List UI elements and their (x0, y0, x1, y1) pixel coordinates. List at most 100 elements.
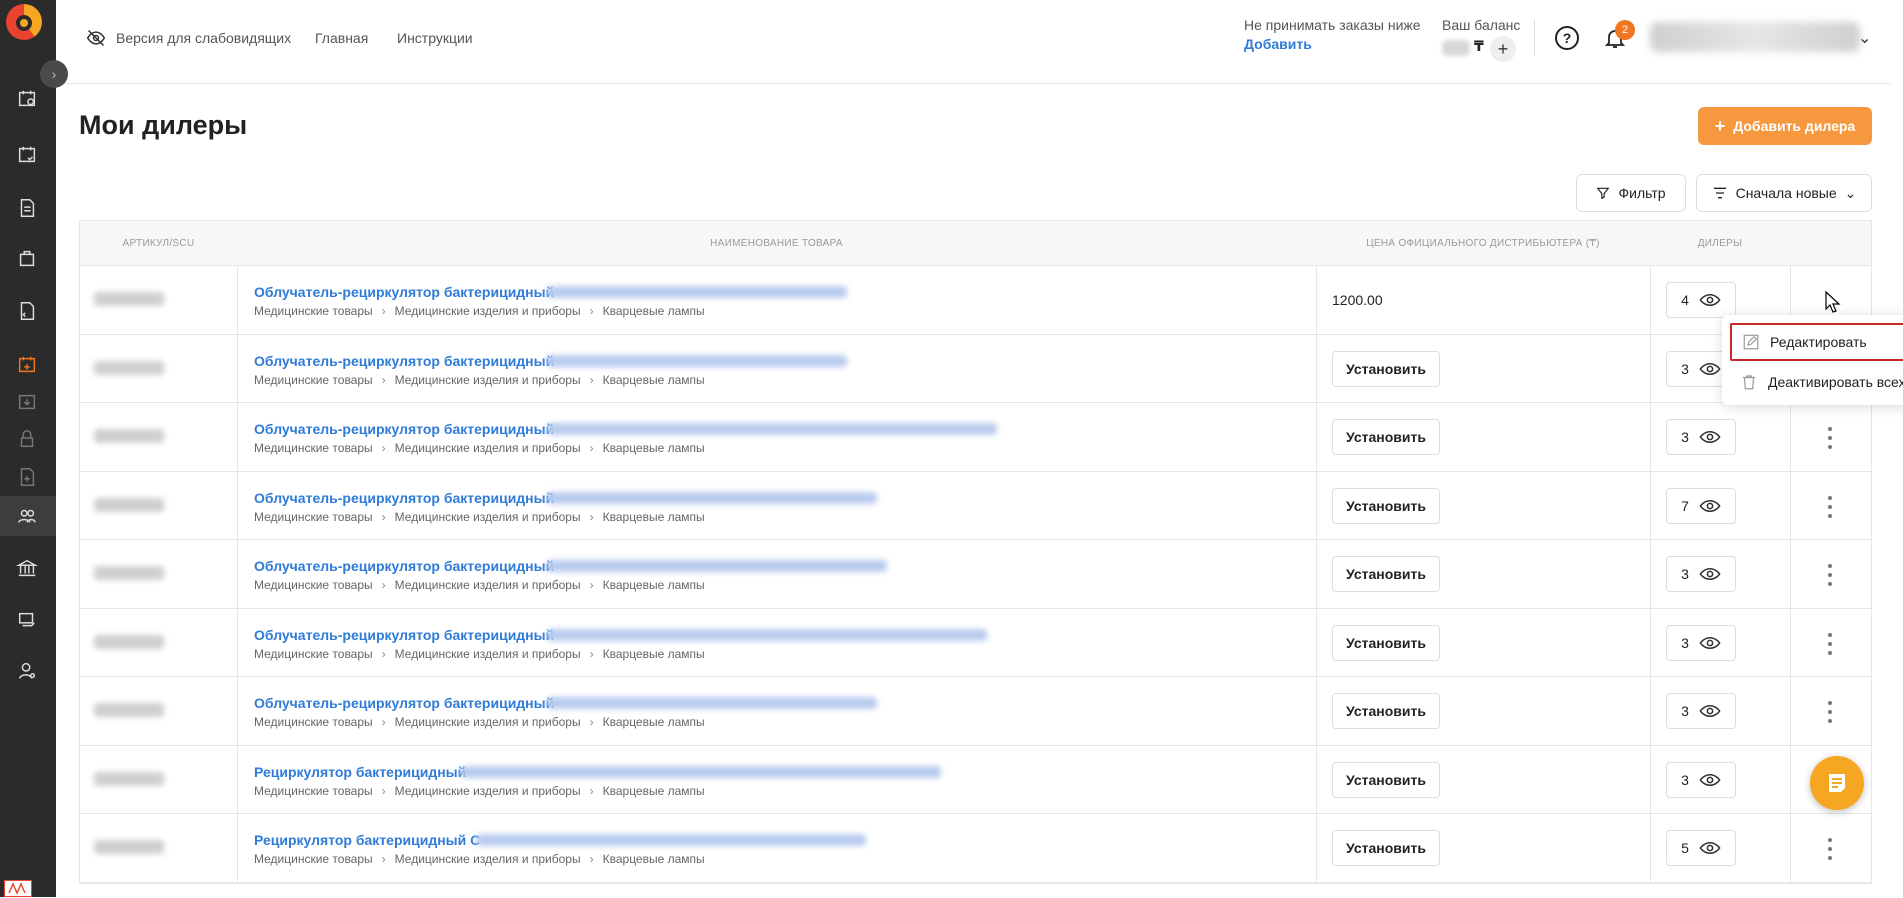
row-menu-button[interactable] (1820, 425, 1840, 451)
breadcrumb-item[interactable]: Кварцевые лампы (603, 852, 705, 866)
sidebar-completed-orders-icon[interactable] (12, 140, 42, 170)
row-menu-button[interactable] (1820, 494, 1840, 520)
dealers-count-button[interactable]: 3 (1666, 556, 1736, 592)
min-order-add-link[interactable]: Добавить (1244, 36, 1312, 52)
chevron-right-icon: › (589, 646, 594, 661)
row-menu-button[interactable] (1820, 836, 1840, 862)
table-row: Облучатель-рециркулятор бактерицидный Мед… (80, 609, 1871, 677)
chevron-down-icon[interactable]: ⌄ (1858, 28, 1871, 48)
breadcrumb-item[interactable]: Медицинские товары (254, 578, 373, 592)
breadcrumb-item[interactable]: Кварцевые лампы (603, 715, 705, 729)
breadcrumb-item[interactable]: Кварцевые лампы (603, 784, 705, 798)
dealers-count-button[interactable]: 5 (1666, 830, 1736, 866)
product-title-link[interactable]: Облучатель-рециркулятор бактерицидный (254, 284, 554, 300)
top-up-balance-button[interactable]: + (1490, 36, 1516, 62)
breadcrumb-item[interactable]: Медицинские изделия и приборы (395, 715, 581, 729)
row-actions-menu: Редактировать Деактивировать всех (1722, 315, 1903, 405)
breadcrumb-item[interactable]: Медицинские изделия и приборы (395, 510, 581, 524)
breadcrumb-item[interactable]: Медицинские изделия и приборы (395, 304, 581, 318)
breadcrumb-item[interactable]: Медицинские товары (254, 510, 373, 524)
filter-button[interactable]: Фильтр (1576, 174, 1686, 212)
product-title-link[interactable]: Облучатель-рециркулятор бактерицидный (254, 558, 554, 574)
product-title-link[interactable]: Облучатель-рециркулятор бактерицидный (254, 695, 554, 711)
breadcrumb-item[interactable]: Медицинские товары (254, 715, 373, 729)
breadcrumb-item[interactable]: Медицинские изделия и приборы (395, 647, 581, 661)
breadcrumb-item[interactable]: Кварцевые лампы (603, 647, 705, 661)
set-price-button[interactable]: Установить (1332, 830, 1440, 866)
sidebar-returns-icon[interactable] (12, 296, 42, 326)
product-title-link[interactable]: Облучатель-рециркулятор бактерицидный (254, 421, 554, 437)
breadcrumb-item[interactable]: Медицинские изделия и приборы (395, 441, 581, 455)
breadcrumb-item[interactable]: Кварцевые лампы (603, 578, 705, 592)
logo[interactable] (6, 4, 42, 40)
eye-icon (1699, 567, 1721, 581)
breadcrumb-item[interactable]: Медицинские товары (254, 784, 373, 798)
sidebar-lock-icon[interactable] (12, 424, 42, 454)
deactivate-all-menu-item[interactable]: Деактивировать всех (1730, 363, 1903, 401)
add-dealer-button[interactable]: + Добавить дилера (1698, 107, 1872, 145)
breadcrumb-item[interactable]: Медицинские изделия и приборы (395, 784, 581, 798)
breadcrumb-item[interactable]: Кварцевые лампы (603, 441, 705, 455)
product-title-link[interactable]: Рециркулятор бактерицидный (254, 764, 466, 780)
breadcrumb-item[interactable]: Медицинские товары (254, 647, 373, 661)
breadcrumb-item[interactable]: Медицинские изделия и приборы (395, 373, 581, 387)
row-menu-button[interactable] (1820, 699, 1840, 725)
set-price-button[interactable]: Установить (1332, 487, 1440, 524)
deactivate-label: Деактивировать всех (1768, 374, 1903, 390)
breadcrumb-item[interactable]: Медицинские изделия и приборы (395, 852, 581, 866)
sidebar-add-doc-icon[interactable] (12, 462, 42, 492)
map-icon[interactable] (4, 880, 32, 897)
sidebar-bank-icon[interactable] (12, 553, 42, 583)
sidebar-products-icon[interactable] (12, 350, 42, 380)
dealers-count-button[interactable]: 3 (1666, 761, 1736, 798)
help-icon[interactable]: ? (1555, 26, 1579, 50)
eye-icon (1699, 362, 1721, 375)
breadcrumb-item[interactable]: Кварцевые лампы (603, 373, 705, 387)
breadcrumb-item[interactable]: Медицинские товары (254, 373, 373, 387)
user-name[interactable] (1650, 22, 1860, 52)
nav-instructions-link[interactable]: Инструкции (397, 30, 473, 46)
dealers-count-button[interactable]: 3 (1666, 419, 1736, 455)
row-menu-button[interactable] (1820, 631, 1840, 657)
set-price-button[interactable]: Установить (1332, 350, 1440, 387)
chat-button[interactable] (1810, 756, 1864, 810)
chevron-right-icon: › (589, 852, 594, 866)
edit-menu-item[interactable]: Редактировать (1730, 323, 1903, 361)
sort-dropdown[interactable]: Сначала новые ⌄ (1696, 174, 1872, 212)
product-title-link[interactable]: Облучатель-рециркулятор бактерицидный (254, 627, 554, 643)
nav-home-link[interactable]: Главная (315, 30, 368, 46)
set-price-button[interactable]: Установить (1332, 624, 1440, 661)
sidebar-collapse-button[interactable]: › (40, 60, 68, 88)
product-title-link[interactable]: Облучатель-рециркулятор бактерицидный (254, 353, 554, 369)
accessibility-link[interactable]: Версия для слабовидящих (116, 30, 291, 46)
sidebar-profile-icon[interactable] (12, 656, 42, 686)
dealers-count-button[interactable]: 7 (1666, 487, 1736, 524)
breadcrumb-item[interactable]: Медицинские товары (254, 852, 373, 866)
breadcrumb-item[interactable]: Кварцевые лампы (603, 510, 705, 524)
set-price-button[interactable]: Установить (1332, 761, 1440, 798)
sidebar-document-icon[interactable] (12, 193, 42, 223)
set-price-button[interactable]: Установить (1332, 419, 1440, 455)
dealers-count-button[interactable]: 3 (1666, 693, 1736, 729)
breadcrumb-item[interactable]: Медицинские изделия и приборы (395, 578, 581, 592)
table-row: Рециркулятор бактерицидный С Медицинские … (80, 814, 1871, 883)
header-divider (1534, 20, 1535, 56)
sidebar-import-icon[interactable] (12, 387, 42, 417)
breadcrumb: Медицинские товары › Медицинские изделия и… (254, 510, 705, 524)
set-price-button[interactable]: Установить (1332, 693, 1440, 729)
row-menu-button[interactable] (1820, 562, 1840, 588)
set-price-button[interactable]: Установить (1332, 556, 1440, 592)
dealers-count-button[interactable]: 4 (1666, 282, 1736, 318)
breadcrumb-item[interactable]: Кварцевые лампы (603, 304, 705, 318)
sidebar-bag-icon[interactable] (12, 243, 42, 273)
chevron-right-icon: › (589, 372, 594, 387)
breadcrumb-item[interactable]: Медицинские товары (254, 304, 373, 318)
sidebar-orders-icon[interactable] (12, 84, 42, 114)
sidebar-dealers-icon[interactable] (12, 501, 42, 531)
product-title-link[interactable]: Облучатель-рециркулятор бактерицидный (254, 490, 554, 506)
dealers-count-button[interactable]: 3 (1666, 624, 1736, 661)
product-title-link[interactable]: Рециркулятор бактерицидный С (254, 832, 480, 848)
breadcrumb-item[interactable]: Медицинские товары (254, 441, 373, 455)
chevron-right-icon: › (381, 852, 386, 866)
sidebar-payments-icon[interactable] (12, 606, 42, 636)
